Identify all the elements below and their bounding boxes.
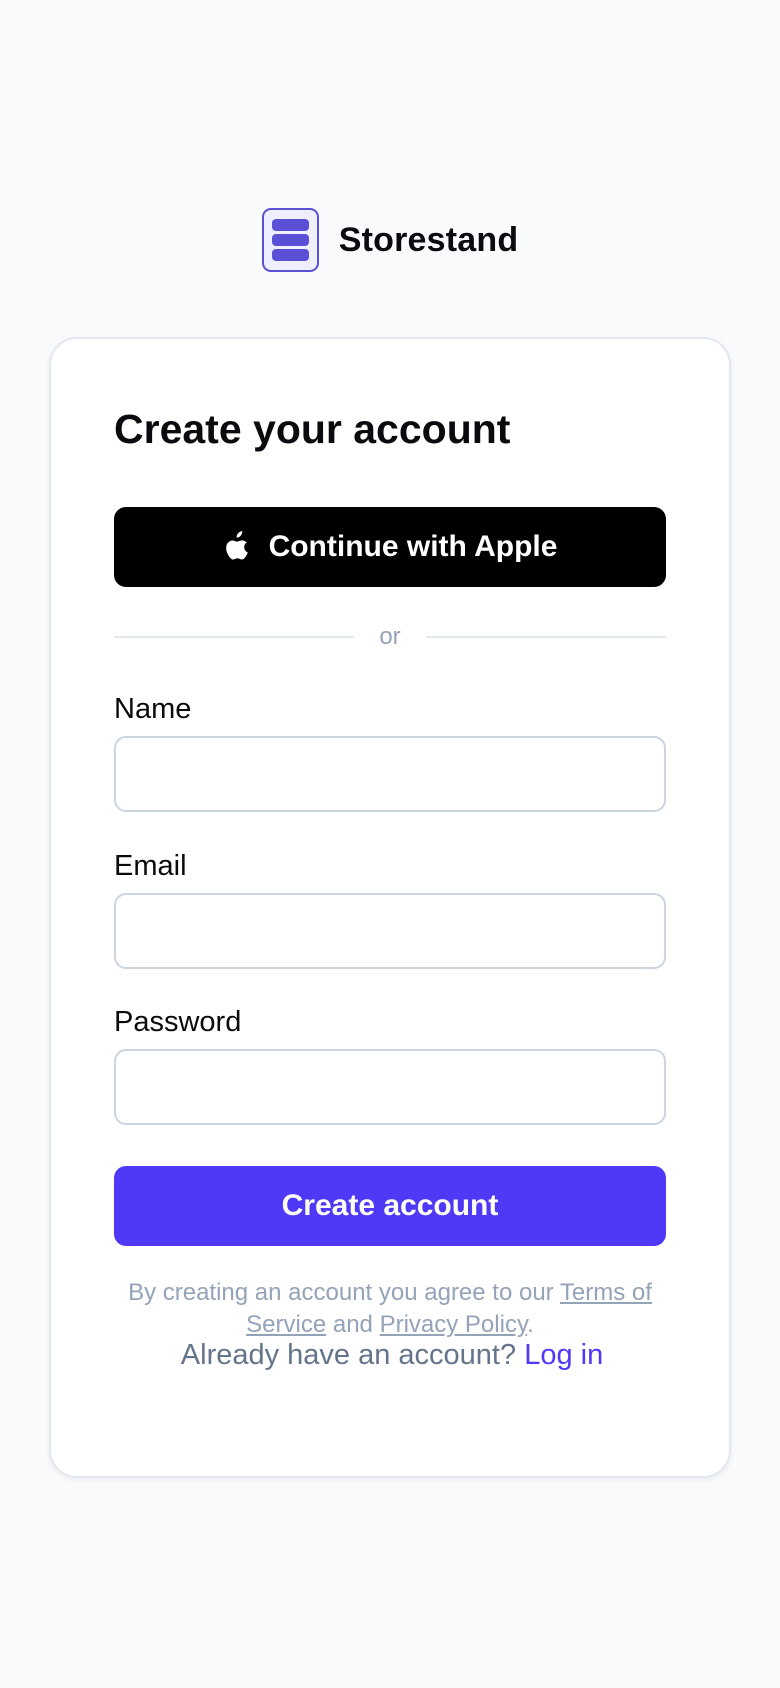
or-divider: or	[114, 619, 666, 655]
apple-button-label: Continue with Apple	[268, 530, 558, 563]
apple-icon	[225, 531, 248, 560]
login-prompt: Already have an account? Log in	[51, 1339, 733, 1372]
continue-with-apple-button[interactable]: Continue with Apple	[114, 507, 666, 587]
divider-line-right	[426, 636, 666, 638]
legal-suffix: .	[527, 1311, 534, 1338]
name-field[interactable]	[114, 736, 666, 812]
signup-card: Create your account Continue with Apple …	[49, 337, 731, 1478]
password-field[interactable]	[114, 1049, 666, 1125]
create-account-button[interactable]: Create account	[114, 1166, 666, 1246]
brand-header: Storestand	[0, 208, 780, 272]
legal-prefix: By creating an account you agree to our	[128, 1279, 560, 1306]
server-stack-icon	[261, 208, 319, 272]
divider-text: or	[379, 623, 401, 650]
privacy-policy-link[interactable]: Privacy Policy	[380, 1311, 528, 1338]
page-title: Create your account	[114, 406, 511, 452]
log-in-link[interactable]: Log in	[524, 1339, 603, 1371]
legal-notice: By creating an account you agree to our …	[114, 1277, 666, 1341]
password-label: Password	[114, 1006, 242, 1038]
name-label: Name	[114, 693, 192, 725]
divider-line-left	[114, 636, 354, 638]
legal-middle: and	[326, 1311, 380, 1338]
login-prompt-text: Already have an account?	[180, 1339, 525, 1371]
email-field[interactable]	[114, 893, 666, 969]
brand-name: Storestand	[338, 220, 519, 259]
email-label: Email	[114, 850, 187, 882]
